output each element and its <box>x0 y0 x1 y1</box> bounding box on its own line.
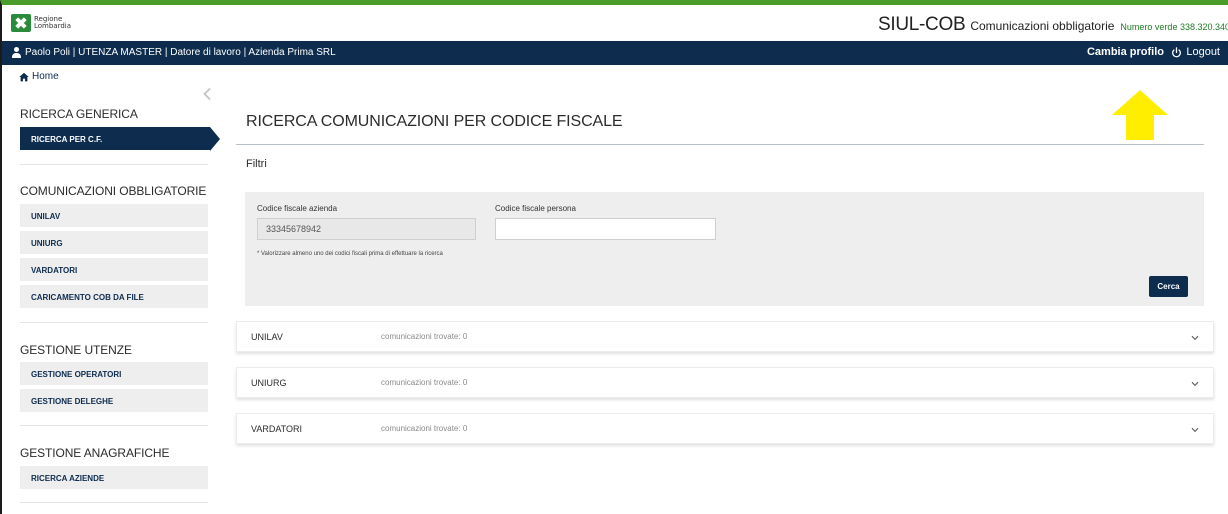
section-title-gestione-anagrafiche: GESTIONE ANAGRAFICHE <box>20 446 170 460</box>
annotation-arrow-up-icon <box>1112 90 1168 140</box>
sidebar: Home RICERCA GENERICA RICERCA PER C.F. C… <box>2 65 220 514</box>
home-link[interactable]: Home <box>19 71 59 82</box>
chevron-down-icon <box>1191 381 1199 387</box>
power-icon <box>1172 46 1182 57</box>
accordion-title: UNILAV <box>251 332 283 342</box>
user-info-text: Paolo Poli | UTENZA MASTER | Datore di l… <box>25 47 336 58</box>
accordion-title: VARDATORI <box>251 424 303 434</box>
person-cf-label: Codice fiscale persona <box>495 204 576 213</box>
sidebar-item-gestione-operatori[interactable]: GESTIONE OPERATORI <box>20 362 208 385</box>
company-cf-label: Codice fiscale azienda <box>257 204 338 213</box>
section-title-ricerca-generica: RICERCA GENERICA <box>20 107 138 121</box>
search-button[interactable]: Cerca <box>1149 276 1188 297</box>
chevron-down-icon <box>1191 427 1199 433</box>
change-profile-button[interactable]: Cambia profilo <box>1087 46 1164 58</box>
app-title: SIUL-COB <box>877 14 966 35</box>
sidebar-divider <box>20 502 208 503</box>
result-accordion-uniurg[interactable]: UNIURG comunicazioni trovate: 0 <box>236 367 1214 398</box>
search-hint: * Valorizzare almeno uno dei codici fisc… <box>257 251 443 257</box>
user-bar: Paolo Poli | UTENZA MASTER | Datore di l… <box>2 41 1228 65</box>
sidebar-item-gestione-deleghe[interactable]: GESTIONE DELEGHE <box>20 389 208 412</box>
section-title-gestione-utenze: GESTIONE UTENZE <box>20 343 132 357</box>
app-title-group: SIUL-COB Comunicazioni obbligatorie Nume… <box>878 14 1228 36</box>
result-accordion-unilav[interactable]: UNILAV comunicazioni trovate: 0 <box>236 321 1214 352</box>
regione-lombardia-logo-icon <box>11 14 31 32</box>
accordion-count: comunicazioni trovate: 0 <box>381 424 468 433</box>
title-divider <box>236 144 1204 145</box>
home-icon <box>19 72 29 81</box>
sidebar-divider <box>20 164 208 165</box>
user-icon <box>11 47 22 58</box>
app-window: Regione Lombardia SIUL-COB Comunicazioni… <box>0 0 1228 514</box>
logo-text: Regione Lombardia <box>34 16 72 30</box>
chevron-left-icon[interactable] <box>202 87 212 101</box>
sidebar-divider <box>20 322 208 323</box>
logo-line-2: Lombardia <box>34 22 72 30</box>
accordion-title: UNIURG <box>251 378 287 388</box>
active-item-pointer <box>210 127 220 151</box>
filters-heading: Filtri <box>246 158 267 170</box>
accordion-count: comunicazioni trovate: 0 <box>381 332 468 341</box>
section-title-comunicazioni-obbligatorie: COMUNICAZIONI OBBLIGATORIE <box>20 184 207 198</box>
sidebar-item-uniurg[interactable]: UNIURG <box>20 231 208 254</box>
sidebar-item-ricerca-aziende[interactable]: RICERCA AZIENDE <box>20 466 208 489</box>
logout-button[interactable]: Logout <box>1171 46 1220 58</box>
chevron-down-icon <box>1191 335 1199 341</box>
logout-label: Logout <box>1186 46 1220 58</box>
sidebar-divider <box>20 425 208 426</box>
result-accordion-vardatori[interactable]: VARDATORI comunicazioni trovate: 0 <box>236 413 1214 444</box>
accordion-count: comunicazioni trovate: 0 <box>381 378 468 387</box>
company-cf-field[interactable] <box>257 218 476 240</box>
regione-lombardia-logo[interactable]: Regione Lombardia <box>11 12 72 34</box>
sidebar-item-unilav[interactable]: UNILAV <box>20 204 208 227</box>
top-header: Regione Lombardia SIUL-COB Comunicazioni… <box>2 5 1228 40</box>
toll-free-number: Numero verde 338.320.340 <box>1120 22 1228 32</box>
home-label: Home <box>32 71 59 82</box>
sidebar-item-ricerca-per-cf[interactable]: RICERCA PER C.F. <box>20 127 210 150</box>
sidebar-item-caricamento-cob-da-file[interactable]: CARICAMENTO COB DA FILE <box>20 285 208 308</box>
page-title: RICERCA COMUNICAZIONI PER CODICE FISCALE <box>246 113 623 130</box>
filter-panel: Codice fiscale azienda Codice fiscale pe… <box>245 192 1204 306</box>
app-subtitle: Comunicazioni obbligatorie <box>970 19 1115 33</box>
person-cf-field[interactable] <box>495 218 716 240</box>
user-info: Paolo Poli | UTENZA MASTER | Datore di l… <box>11 47 336 58</box>
sidebar-item-vardatori[interactable]: VARDATORI <box>20 258 208 281</box>
